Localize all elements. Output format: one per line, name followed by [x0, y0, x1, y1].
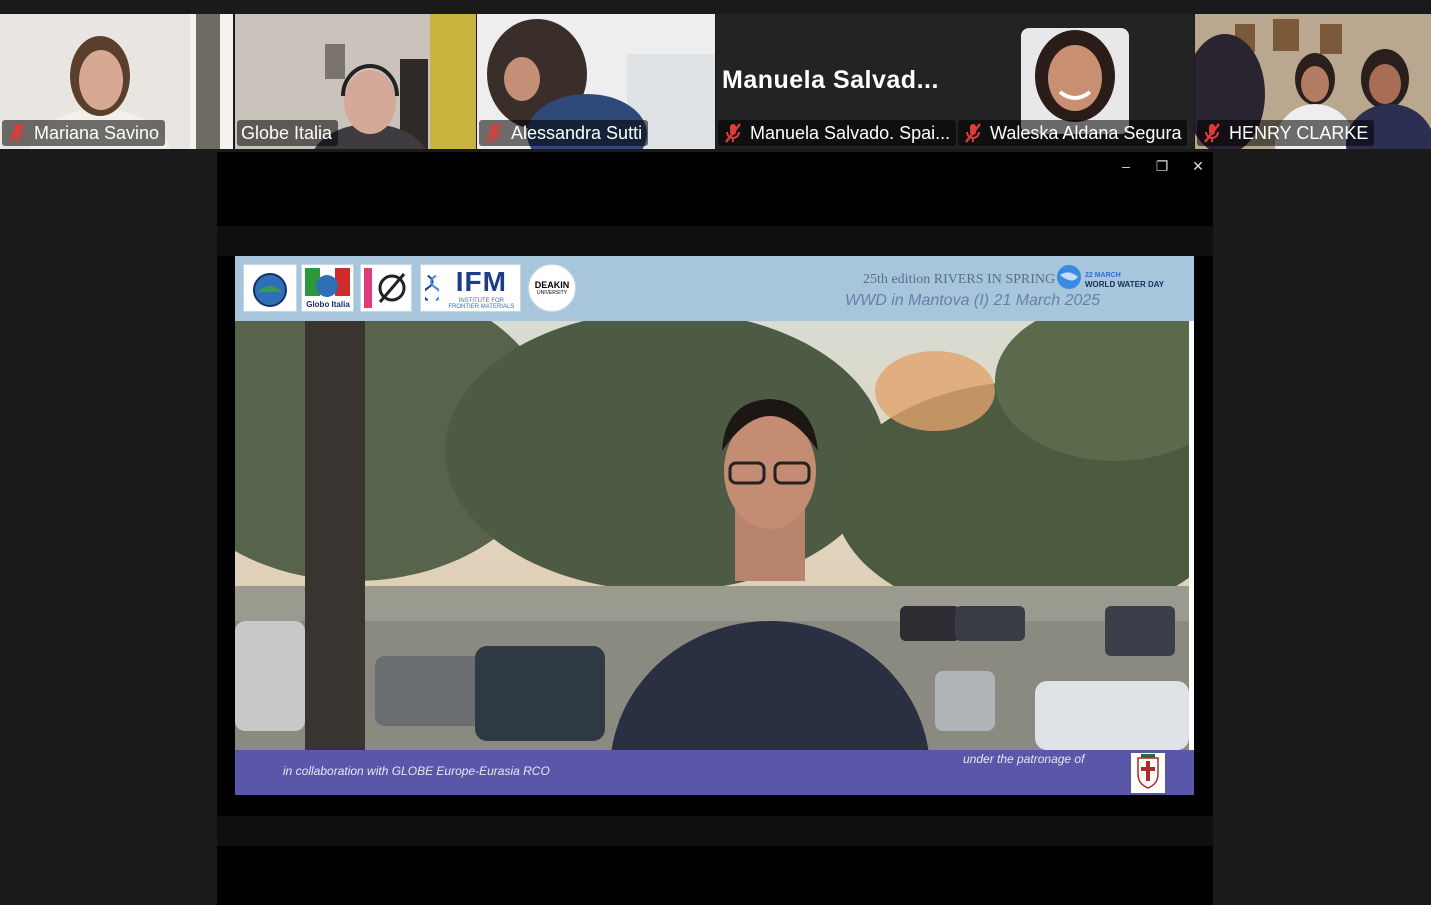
restore-button[interactable]: ❐	[1153, 158, 1171, 175]
deakin-logo: DEAKIN UNIVERSITY	[528, 264, 576, 312]
participant-tile[interactable]: Alessandra Sutti	[477, 14, 715, 149]
participant-display-name: Manuela Salvad...	[722, 66, 939, 94]
deakin-title: DEAKIN	[534, 280, 570, 290]
laster-crea-logo	[360, 264, 412, 312]
ifm-subtitle: INSTITUTE FOR FRONTIER MATERIALS	[448, 298, 515, 310]
slide-footer: in collaboration with GLOBE Europe-Euras…	[235, 750, 1194, 795]
mic-off-icon	[1204, 123, 1220, 143]
participant-name: HENRY CLARKE	[1229, 123, 1369, 143]
ifm-logo: IFM INSTITUTE FOR FRONTIER MATERIALS	[420, 264, 521, 312]
participant-tile[interactable]: Mariana Savino	[0, 14, 233, 149]
video-frame	[235, 321, 1189, 750]
participant-name-tag: Globe Italia	[237, 120, 339, 146]
presentation-video	[235, 321, 1189, 750]
minimize-button[interactable]: –	[1117, 158, 1135, 175]
participant-strip: Mariana Savino Globe Italia Alessandra S…	[0, 14, 1431, 149]
patronage-text: under the patronage of	[963, 752, 1085, 766]
wwd-title: WORLD WATER DAY	[1085, 280, 1165, 289]
deakin-subtitle: UNIVERSITY	[536, 290, 567, 296]
participant-tile[interactable]: Waleska Aldana Segura	[956, 14, 1194, 149]
participant-name-tag: Alessandra Sutti	[479, 120, 649, 146]
globe-program-logo	[243, 264, 297, 312]
participant-name: Mariana Savino	[34, 123, 160, 143]
globo-italia-logo: Globo Italia	[301, 264, 354, 312]
event-subtitle: WWD in Mantova (I) 21 March 2025	[845, 292, 1101, 309]
collaboration-text: in collaboration with GLOBE Europe-Euras…	[283, 764, 550, 778]
dna-icon	[425, 274, 439, 302]
ifm-title: IFM	[455, 266, 507, 297]
globe-icon	[1057, 265, 1081, 289]
mic-off-icon	[9, 123, 25, 143]
mic-off-icon	[965, 123, 981, 143]
wwd-date: 22 MARCH	[1085, 272, 1121, 279]
close-button[interactable]: ✕	[1189, 158, 1207, 175]
participant-tile-active[interactable]: Globe Italia	[235, 14, 476, 149]
svg-text:Globo Italia: Globo Italia	[306, 300, 350, 309]
participant-name-tag: HENRY CLARKE	[1197, 120, 1375, 146]
edition-title: 25th edition RIVERS IN SPRING	[863, 272, 1056, 287]
mic-off-icon	[486, 123, 502, 143]
participant-name: Manuela Salvado. Spai...	[750, 123, 951, 143]
participant-name: Waleska Aldana Segura	[990, 123, 1182, 143]
slide-header: Globo Italia IFM INSTITUTE FOR FRONTIER …	[235, 256, 1194, 321]
presentation-slide: Globo Italia IFM INSTITUTE FOR FRONTIER …	[235, 256, 1194, 795]
participant-name-tag: Waleska Aldana Segura	[958, 120, 1188, 146]
player-bottom-band	[217, 816, 1213, 846]
world-water-day-logo: 22 MARCH WORLD WATER DAY	[1055, 261, 1165, 291]
participant-name-tag: Mariana Savino	[2, 120, 166, 146]
participant-tile[interactable]: Manuela Salvad... Manuela Salvado. Spai.…	[716, 14, 956, 149]
mic-off-icon	[725, 123, 741, 143]
window-controls: – ❐ ✕	[1117, 158, 1207, 175]
participant-tile[interactable]: HENRY CLARKE	[1195, 14, 1431, 149]
comune-di-mantova-crest	[1131, 753, 1165, 793]
shared-screen: – ❐ ✕ Globo Italia IFM INSTITUTE FOR FRO…	[217, 152, 1213, 905]
participant-name-tag: Manuela Salvado. Spai...	[718, 120, 956, 146]
participant-name: Alessandra Sutti	[511, 123, 643, 143]
player-top-band	[217, 226, 1213, 256]
participant-name: Globe Italia	[241, 123, 333, 143]
